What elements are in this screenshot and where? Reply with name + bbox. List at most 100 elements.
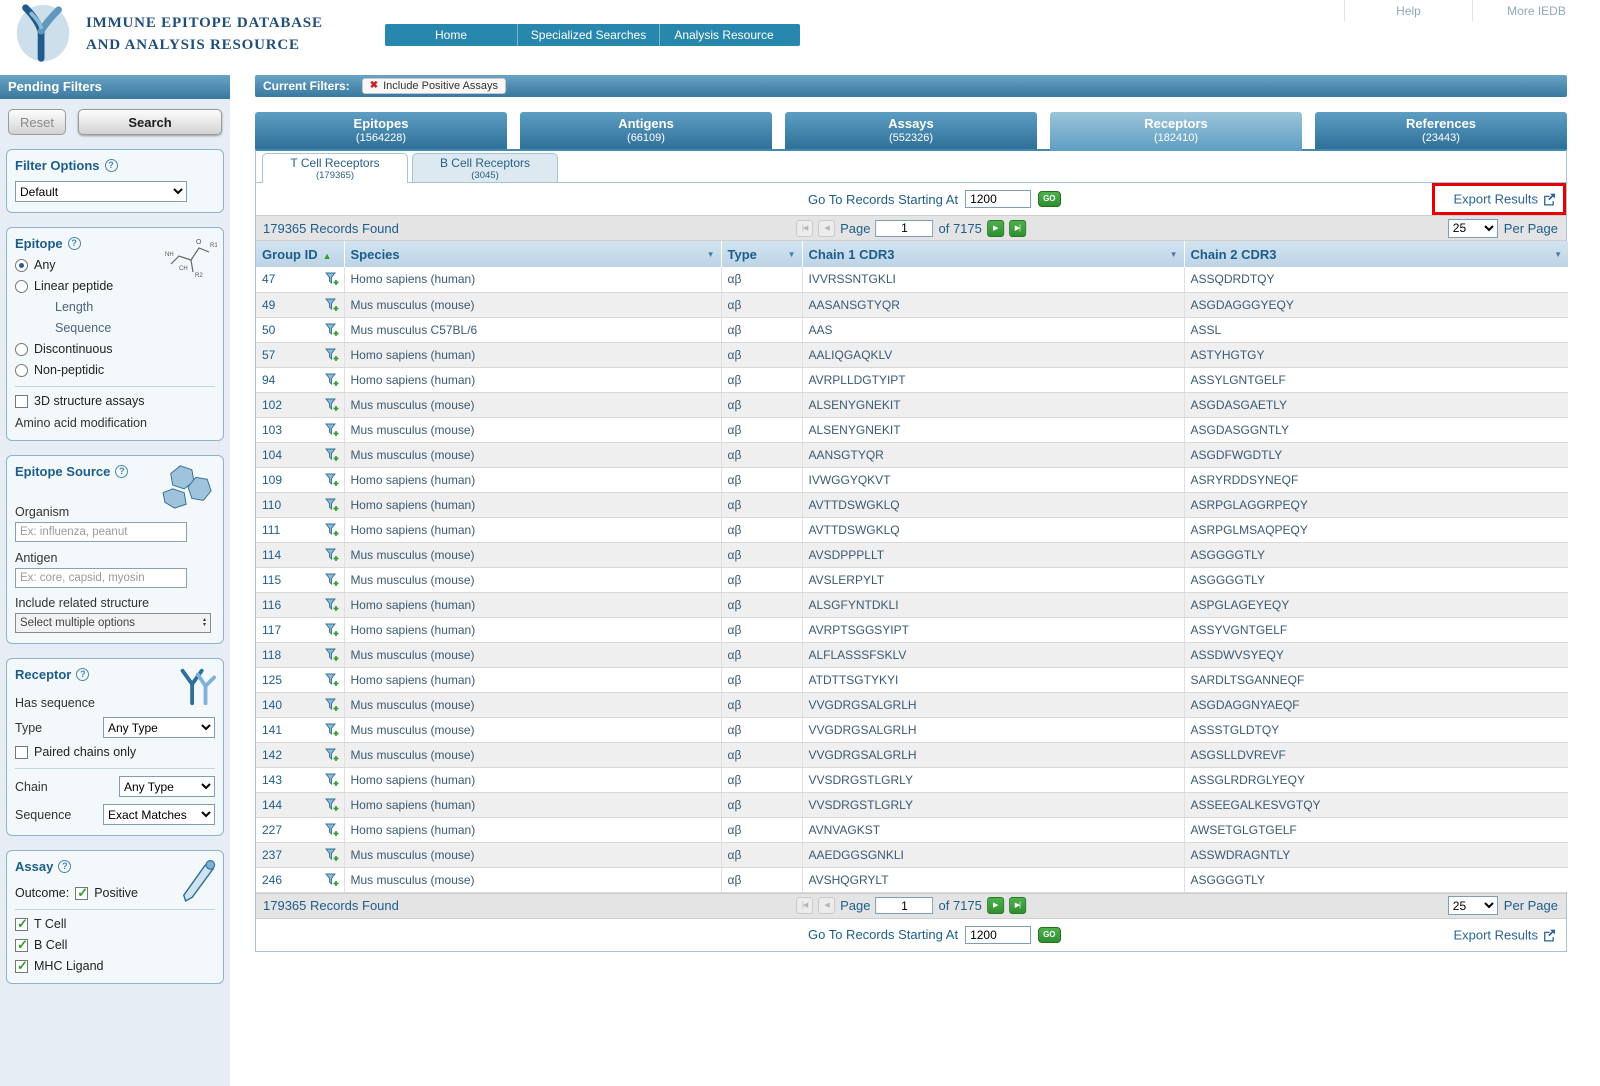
column-header-chain1-cdr3[interactable]: Chain 1 CDR3 ▼ bbox=[802, 241, 1185, 267]
group-id-link[interactable]: 143 bbox=[262, 773, 282, 787]
species-column-menu-icon[interactable]: ▼ bbox=[707, 250, 715, 259]
receptor-help-icon[interactable]: ? bbox=[76, 668, 90, 681]
table-row[interactable]: 111 Homo sapiens (human) αβ AVTTDSWGKLQ … bbox=[256, 517, 1568, 543]
group-id-link[interactable]: 47 bbox=[262, 272, 275, 286]
group-id-link[interactable]: 115 bbox=[262, 573, 281, 587]
per-page-select[interactable]: 25 bbox=[1447, 218, 1498, 238]
group-id-link[interactable]: 94 bbox=[262, 373, 275, 387]
group-id-link[interactable]: 117 bbox=[262, 623, 281, 637]
table-row[interactable]: 125 Homo sapiens (human) αβ ATDTTSGTYKYI… bbox=[256, 667, 1568, 693]
amino-acid-modification-label[interactable]: Amino acid modification bbox=[15, 416, 215, 430]
radio-any[interactable] bbox=[15, 258, 28, 272]
radio-linear-peptide[interactable] bbox=[15, 279, 28, 293]
add-filter-icon[interactable] bbox=[324, 698, 339, 712]
filter-options-select[interactable]: Default bbox=[15, 181, 187, 202]
tab-references[interactable]: References (23443) bbox=[1315, 112, 1567, 149]
radio-non-peptidic[interactable] bbox=[15, 363, 28, 377]
add-filter-icon[interactable] bbox=[324, 523, 339, 537]
chain-select[interactable]: Any Type bbox=[119, 776, 215, 797]
receptor-type-select[interactable]: Any Type bbox=[103, 717, 215, 738]
table-row[interactable]: 144 Homo sapiens (human) αβ VVSDRGSTLGRL… bbox=[256, 792, 1568, 818]
chain2-column-menu-icon[interactable]: ▼ bbox=[1554, 250, 1562, 259]
add-filter-icon[interactable] bbox=[324, 673, 339, 687]
table-row[interactable]: 118 Mus musculus (mouse) αβ ALFLASSSFSKL… bbox=[256, 642, 1568, 668]
page-number-input[interactable] bbox=[875, 219, 934, 237]
table-row[interactable]: 110 Homo sapiens (human) αβ AVTTDSWGKLQ … bbox=[256, 492, 1568, 518]
assay-help-icon[interactable]: ? bbox=[58, 860, 72, 873]
related-structure-select[interactable]: Select multiple options ▴ ▾ bbox=[15, 613, 211, 633]
column-header-type[interactable]: Type ▼ bbox=[721, 241, 803, 267]
table-row[interactable]: 57 Homo sapiens (human) αβ AALIQGAQKLV A… bbox=[256, 342, 1568, 368]
epitope-source-help-icon[interactable]: ? bbox=[115, 465, 129, 478]
add-filter-icon[interactable] bbox=[324, 723, 339, 737]
table-row[interactable]: 102 Mus musculus (mouse) αβ ALSENYGNEKIT… bbox=[256, 392, 1568, 418]
goto-records-input[interactable] bbox=[965, 190, 1032, 208]
organism-input[interactable] bbox=[15, 522, 187, 542]
table-row[interactable]: 143 Homo sapiens (human) αβ VVSDRGSTLGRL… bbox=[256, 767, 1568, 793]
add-filter-icon[interactable] bbox=[324, 373, 339, 387]
tab-assays[interactable]: Assays (552326) bbox=[785, 112, 1037, 149]
table-row[interactable]: 94 Homo sapiens (human) αβ AVRPLLDGTYIPT… bbox=[256, 367, 1568, 393]
table-row[interactable]: 50 Mus musculus C57BL/6 αβ AAS ASSL bbox=[256, 317, 1568, 343]
next-page-button-bottom[interactable]: ▶ bbox=[986, 897, 1004, 914]
add-filter-icon[interactable] bbox=[324, 448, 339, 462]
help-link[interactable]: Help bbox=[1344, 0, 1472, 21]
column-header-group-id[interactable]: Group ID ▲ bbox=[256, 241, 345, 267]
linear-length-label[interactable]: Length bbox=[55, 300, 93, 314]
positive-checkbox[interactable] bbox=[75, 885, 89, 901]
group-id-link[interactable]: 57 bbox=[262, 348, 275, 362]
table-row[interactable]: 103 Mus musculus (mouse) αβ ALSENYGNEKIT… bbox=[256, 417, 1568, 443]
remove-filter-icon[interactable]: ✖ bbox=[370, 81, 378, 91]
paired-chains-checkbox[interactable] bbox=[15, 745, 28, 759]
page-number-input-bottom[interactable] bbox=[875, 897, 934, 914]
go-button[interactable]: GO bbox=[1038, 191, 1061, 207]
add-filter-icon[interactable] bbox=[324, 423, 339, 437]
group-id-link[interactable]: 102 bbox=[262, 398, 282, 412]
add-filter-icon[interactable] bbox=[324, 623, 339, 637]
table-row[interactable]: 116 Homo sapiens (human) αβ ALSGFYNTDKLI… bbox=[256, 592, 1568, 618]
first-page-button-bottom[interactable]: |◀ bbox=[796, 897, 814, 914]
export-results-link[interactable]: Export Results bbox=[1453, 192, 1556, 207]
group-id-link[interactable]: 114 bbox=[262, 548, 281, 562]
add-filter-icon[interactable] bbox=[324, 323, 339, 337]
linear-sequence-label[interactable]: Sequence bbox=[55, 321, 111, 335]
nav-analysis-resource[interactable]: Analysis Resource bbox=[660, 24, 800, 46]
group-id-link[interactable]: 116 bbox=[262, 598, 281, 612]
tab-epitopes[interactable]: Epitopes (1564228) bbox=[255, 112, 507, 149]
group-id-link[interactable]: 125 bbox=[262, 673, 282, 687]
tab-receptors[interactable]: Receptors (182410) bbox=[1050, 112, 1302, 151]
group-id-link[interactable]: 142 bbox=[262, 748, 282, 762]
go-button-bottom[interactable]: GO bbox=[1038, 926, 1061, 943]
add-filter-icon[interactable] bbox=[324, 348, 339, 362]
b-cell-checkbox[interactable] bbox=[15, 937, 28, 953]
add-filter-icon[interactable] bbox=[324, 773, 339, 787]
chain1-column-menu-icon[interactable]: ▼ bbox=[1170, 250, 1178, 259]
first-page-button[interactable]: |◀ bbox=[796, 219, 814, 237]
subtab-b-cell-receptors[interactable]: B Cell Receptors (3045) bbox=[412, 153, 558, 182]
group-id-link[interactable]: 111 bbox=[262, 523, 280, 537]
group-id-link[interactable]: 49 bbox=[262, 298, 275, 312]
table-row[interactable]: 246 Mus musculus (mouse) αβ AVSHQGRYLT A… bbox=[256, 867, 1568, 893]
add-filter-icon[interactable] bbox=[324, 548, 339, 562]
group-id-link[interactable]: 141 bbox=[262, 723, 282, 737]
table-row[interactable]: 140 Mus musculus (mouse) αβ VVGDRGSALGRL… bbox=[256, 692, 1568, 718]
radio-discontinuous[interactable] bbox=[15, 342, 28, 356]
table-row[interactable]: 115 Mus musculus (mouse) αβ AVSLERPYLT A… bbox=[256, 567, 1568, 593]
tab-antigens[interactable]: Antigens (66109) bbox=[520, 112, 772, 149]
group-id-link[interactable]: 144 bbox=[262, 798, 282, 812]
epitope-help-icon[interactable]: ? bbox=[67, 237, 81, 250]
table-row[interactable]: 141 Mus musculus (mouse) αβ VVGDRGSALGRL… bbox=[256, 717, 1568, 743]
add-filter-icon[interactable] bbox=[324, 598, 339, 612]
prev-page-button-bottom[interactable]: ◀ bbox=[818, 897, 836, 914]
add-filter-icon[interactable] bbox=[324, 848, 339, 862]
add-filter-icon[interactable] bbox=[324, 748, 339, 762]
nav-home[interactable]: Home bbox=[385, 24, 518, 46]
add-filter-icon[interactable] bbox=[324, 272, 339, 286]
structure-assays-checkbox[interactable] bbox=[15, 394, 28, 408]
add-filter-icon[interactable] bbox=[324, 648, 339, 662]
next-page-button[interactable]: ▶ bbox=[986, 219, 1004, 237]
add-filter-icon[interactable] bbox=[324, 798, 339, 812]
group-id-link[interactable]: 103 bbox=[262, 423, 282, 437]
column-header-species[interactable]: Species ▼ bbox=[344, 241, 722, 267]
group-id-link[interactable]: 118 bbox=[262, 648, 281, 662]
